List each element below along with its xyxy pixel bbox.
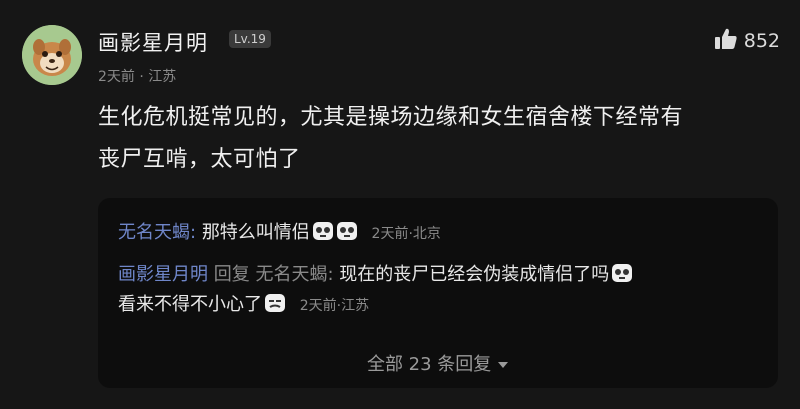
comment-text-line: 丧尸互啃，太可怕了 — [98, 147, 301, 172]
like-button[interactable]: 852 — [714, 27, 780, 55]
reply-meta: 2天前·江苏 — [300, 298, 369, 314]
emoji-icon — [264, 293, 286, 318]
reply-time: 2天前 — [371, 226, 409, 242]
thumbs-up-icon — [714, 27, 738, 55]
reply-text: 看来不得不小心了 — [118, 294, 262, 315]
reply-text: 现在的丧尸已经会伪装成情侣了吗 — [339, 264, 610, 285]
reply-word: 回复 — [213, 264, 250, 285]
emoji-icon — [312, 221, 334, 246]
comment-meta: 2天前 · 江苏 — [98, 66, 176, 86]
reply-item-continued: 看来不得不小心了 2天前·江苏 — [118, 290, 369, 318]
reply-target[interactable]: 无名天蝎 — [255, 264, 327, 285]
reply-location: 江苏 — [341, 298, 370, 314]
reply-meta: 2天前·北京 — [372, 226, 441, 242]
reply-box: 无名天蝎: 那特么叫情侣 2天前·北京 画影星月明 回复 无名天蝎: 现在的丧尸… — [98, 198, 778, 388]
reply-text: 那特么叫情侣 — [201, 222, 310, 243]
reply-author[interactable]: 无名天蝎 — [118, 222, 190, 243]
level-badge: Lv.19 — [229, 30, 271, 48]
reply-author[interactable]: 画影星月明 — [118, 264, 208, 285]
reply-location: 北京 — [412, 226, 441, 242]
reply-separator: : — [327, 264, 334, 285]
caret-down-icon — [497, 354, 509, 375]
emoji-icon — [611, 263, 633, 288]
comment-text-line: 生化危机挺常见的，尤其是操场边缘和女生宿舍楼下经常有 — [98, 105, 684, 130]
reply-separator: : — [190, 222, 197, 243]
like-count: 852 — [743, 30, 780, 52]
username[interactable]: 画影星月明 — [98, 27, 208, 57]
meta-dot: · — [139, 69, 144, 85]
reply-time: 2天前 — [299, 298, 337, 314]
view-all-replies-label: 全部 23 条回复 — [366, 354, 492, 375]
avatar[interactable] — [22, 25, 82, 85]
emoji-icon — [336, 221, 358, 246]
comment-location: 江苏 — [148, 69, 177, 85]
comment-time: 2天前 — [98, 69, 135, 85]
view-all-replies-button[interactable]: 全部 23 条回复 — [98, 350, 778, 376]
reply-item[interactable]: 无名天蝎: 那特么叫情侣 2天前·北京 — [118, 218, 441, 246]
reply-item[interactable]: 画影星月明 回复 无名天蝎: 现在的丧尸已经会伪装成情侣了吗 — [118, 260, 633, 288]
comment-text: 生化危机挺常见的，尤其是操场边缘和女生宿舍楼下经常有 丧尸互啃，太可怕了 — [98, 97, 788, 181]
